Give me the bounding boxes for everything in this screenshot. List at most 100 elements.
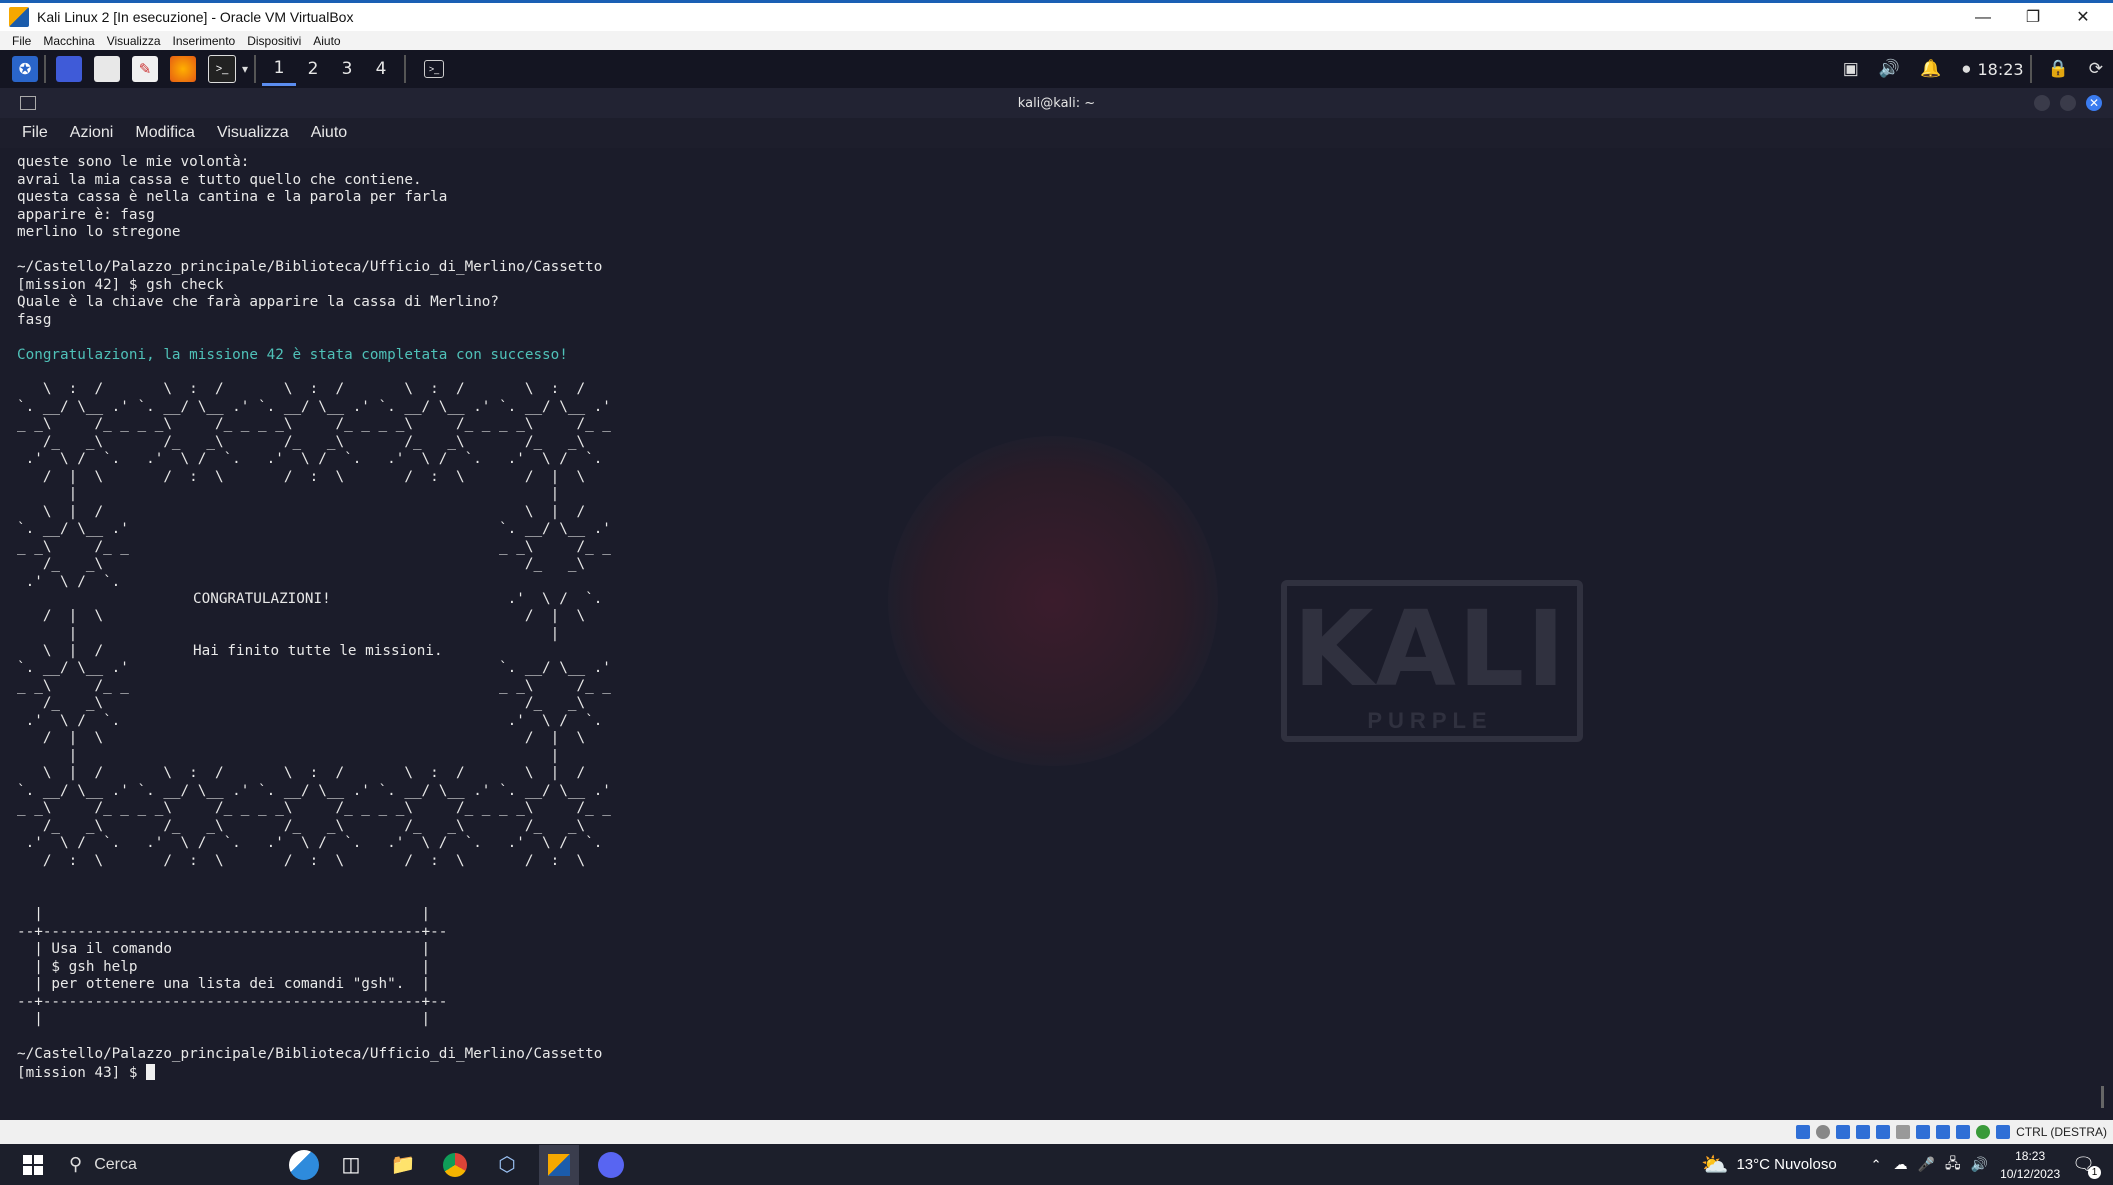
shared-folders-status-icon[interactable] [1896,1125,1911,1139]
success-message: Congratulazioni, la missione 42 è stata … [17,346,568,363]
story-text: queste sono le mie volontà: avrai la mia… [17,154,602,364]
menu-visualizza[interactable]: Visualizza [107,34,161,48]
cpu-status-icon[interactable] [1956,1125,1971,1139]
story-line: apparire è: fasg [17,206,155,223]
mouse-integration-icon[interactable] [1996,1125,2011,1139]
speaker-icon[interactable]: 🔊 [1971,1156,1988,1173]
kali-dragon-logo [888,436,1218,766]
minimize-button[interactable]: — [1960,6,2006,30]
workspace-3[interactable]: 3 [330,52,364,86]
firefox-icon[interactable] [170,56,196,82]
task-view-icon[interactable]: ◫ [331,1145,371,1185]
workspace-2[interactable]: 2 [296,52,330,86]
virtualbox-titlebar: Kali Linux 2 [In esecuzione] - Oracle VM… [0,0,2113,31]
path-line: ~/Castello/Palazzo_principale/Biblioteca… [17,259,603,275]
chrome-icon[interactable] [435,1145,475,1185]
network-status-icon[interactable] [1856,1125,1871,1139]
panel-separator [44,55,46,83]
terminal-maximize-button[interactable] [2060,95,2076,111]
notification-center-icon[interactable]: 🗨 1 [2072,1154,2101,1179]
story-line: questa cassa è nella cantina e la parola… [17,189,448,205]
desktop-icon[interactable] [56,56,82,82]
system-clock[interactable]: 18:23 10/12/2023 [2000,1147,2060,1183]
lock-icon[interactable]: 🔒 [2048,59,2069,79]
clock-icon: ● [1961,59,1972,78]
text-editor-icon[interactable]: ✎ [132,56,158,82]
kali-top-panel: ✪ ✎ >_ ▾ 1 2 3 4 >_ ▣ 🔊 🔔 ● 18:23 🔒 ⟳ [0,50,2113,88]
weather-label[interactable]: 13°C Nuvoloso [1736,1156,1836,1173]
congrats-subtitle: Hai finito tutte le missioni. [193,643,443,659]
terminal-close-button[interactable]: ✕ [2086,95,2102,111]
chevron-up-icon[interactable]: ⌃ [1871,1157,1882,1173]
notification-count-badge: 1 [2088,1166,2101,1179]
virtualbox-cube-icon[interactable]: ⬡ [487,1145,527,1185]
final-prompt: ~/Castello/Palazzo_principale/Biblioteca… [17,1046,602,1082]
notification-bell-icon[interactable]: 🔔 [1920,59,1941,79]
file-manager-icon[interactable] [94,56,120,82]
panel-separator [2029,55,2032,83]
window-title: Kali Linux 2 [In esecuzione] - Oracle VM… [37,9,354,25]
virtualbox-app-icon [9,7,29,27]
terminal-menu-visualizza[interactable]: Visualizza [217,124,289,142]
story-line: queste sono le mie volontà: [17,154,250,170]
usb-status-icon[interactable] [1876,1125,1891,1139]
story-line: avrai la mia cassa e tutto quello che co… [17,171,422,188]
panel-tray: ▣ 🔊 🔔 ● 18:23 🔒 ⟳ [1833,50,2113,88]
terminal-menubar: File Azioni Modifica Visualizza Aiuto [0,118,2113,148]
menu-aiuto[interactable]: Aiuto [313,34,340,48]
virtualbox-vm-icon[interactable] [539,1144,579,1185]
close-button[interactable]: ✕ [2060,6,2106,30]
windows-start-icon[interactable] [23,1154,43,1175]
clock-time: 18:23 [2015,1148,2046,1163]
vt-status-icon[interactable] [1976,1125,1991,1139]
terminal-titlebar: kali@kali: ~ ✕ [0,88,2113,118]
story-line: merlino lo stregone [17,224,181,240]
network-icon[interactable]: 🖧 [1945,1153,1961,1177]
system-tray: ⛅ 13°C Nuvoloso ⌃ ☁ 🎤 🖧 🔊 18:23 10/12/20… [1701,1144,2113,1185]
wallpaper-logo-text: KALI [1292,588,1568,710]
menu-inserimento[interactable]: Inserimento [173,34,236,48]
search-highlight-icon[interactable] [289,1149,319,1180]
panel-separator [254,55,257,83]
discord-icon[interactable] [591,1145,631,1185]
terminal-menu-aiuto[interactable]: Aiuto [311,124,347,142]
terminal-minimize-button[interactable] [2034,95,2050,111]
terminal-menu-file[interactable]: File [22,124,48,142]
prompt-line: [mission 42] $ gsh check [17,276,224,293]
harddisk-status-icon[interactable] [1796,1125,1811,1139]
weather-icon[interactable]: ⛅ [1701,1152,1728,1178]
terminal-menu-modifica[interactable]: Modifica [135,124,195,142]
guest-display: ✪ ✎ >_ ▾ 1 2 3 4 >_ ▣ 🔊 🔔 ● 18:23 🔒 ⟳ ka… [0,50,2113,1120]
terminal-window-icon[interactable] [20,96,36,110]
file-explorer-icon[interactable]: 📁 [383,1145,423,1185]
terminal-launcher-icon[interactable]: >_ [208,55,236,83]
path-line: ~/Castello/Palazzo_principale/Biblioteca… [17,1046,603,1062]
workspace-1[interactable]: 1 [262,52,297,86]
panel-clock[interactable]: 18:23 [1977,60,2023,79]
display-icon[interactable]: ▣ [1843,59,1859,79]
answer-line: fasg [17,311,52,328]
chevron-down-icon[interactable]: ▾ [242,62,248,76]
menu-dispositivi[interactable]: Dispositivi [247,34,301,48]
prompt-line: [mission 43] $ [17,1064,147,1081]
onedrive-icon[interactable]: ☁ [1894,1156,1908,1173]
restore-button[interactable]: ❐ [2010,6,2056,30]
terminal-menu-azioni[interactable]: Azioni [70,124,114,142]
optical-drive-status-icon[interactable] [1816,1125,1831,1139]
terminal-output[interactable]: KALI PURPLE queste sono le mie volontà: … [0,148,2113,1120]
logout-icon[interactable]: ⟳ [2089,59,2103,79]
terminal-scrollbar[interactable] [2101,1086,2104,1108]
workspace-4[interactable]: 4 [364,52,398,86]
audio-status-icon[interactable] [1836,1125,1851,1139]
terminal-task-icon[interactable]: >_ [424,60,445,78]
kali-menu-icon[interactable]: ✪ [12,56,38,82]
microphone-icon[interactable]: 🎤 [1918,1156,1935,1173]
search-bar[interactable]: ⚲ Cerca [69,1145,309,1185]
menu-file[interactable]: File [12,34,31,48]
menu-macchina[interactable]: Macchina [43,34,94,48]
help-box: | | --+---------------------------------… [17,906,448,1027]
wallpaper-logo-subtext: PURPLE [1367,708,1493,733]
display-status-icon[interactable] [1916,1125,1931,1139]
volume-icon[interactable]: 🔊 [1879,59,1900,79]
recording-status-icon[interactable] [1936,1125,1951,1139]
